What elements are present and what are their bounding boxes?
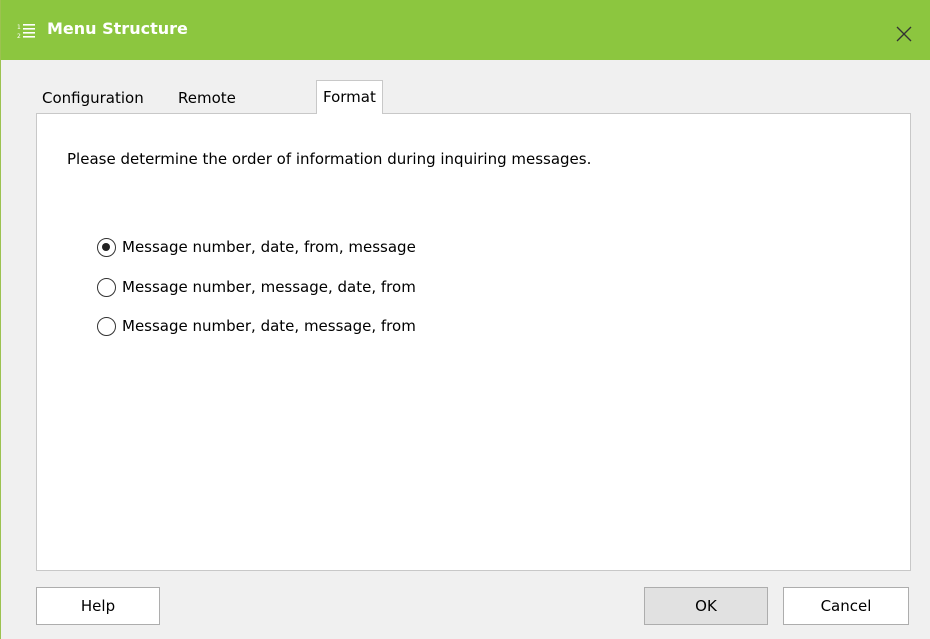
cancel-button[interactable]: Cancel [783,587,909,625]
tab-format[interactable]: Format [316,80,383,114]
close-button[interactable] [881,16,927,52]
close-icon [896,26,912,42]
radio-dot [102,243,110,251]
radio-option-label: Message number, message, date, from [122,278,416,296]
title-bar[interactable]: 1 2 Menu Structure [1,0,930,60]
instruction-text: Please determine the order of informatio… [67,150,592,168]
dialog-window: 1 2 Menu Structure Configuration Remote … [0,0,930,639]
numbered-list-icon: 1 2 [17,24,35,39]
svg-text:1: 1 [17,24,21,31]
tab-configuration[interactable]: Configuration [36,83,150,113]
radio-button[interactable] [97,278,116,297]
radio-option-label: Message number, date, message, from [122,317,416,335]
format-panel: Please determine the order of informatio… [36,113,911,571]
radio-option-label: Message number, date, from, message [122,238,416,256]
radio-button-selected[interactable] [97,238,116,257]
radio-button[interactable] [97,317,116,336]
help-button[interactable]: Help [36,587,160,625]
svg-text:2: 2 [17,33,21,39]
tab-remote-inquiry[interactable]: Remote Inquiry [172,83,242,137]
dialog-title: Menu Structure [47,19,188,38]
ok-button[interactable]: OK [644,587,768,625]
